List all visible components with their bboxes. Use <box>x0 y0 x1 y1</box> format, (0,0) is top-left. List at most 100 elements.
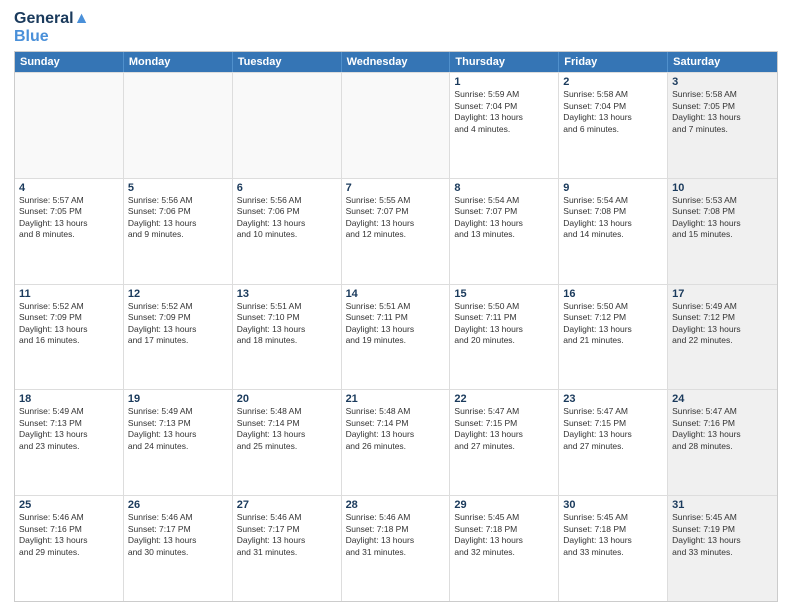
day-info: Sunrise: 5:50 AM Sunset: 7:11 PM Dayligh… <box>454 301 554 347</box>
weekday-header-saturday: Saturday <box>668 52 777 72</box>
day-info: Sunrise: 5:58 AM Sunset: 7:04 PM Dayligh… <box>563 89 663 135</box>
calendar-cell-10: 10Sunrise: 5:53 AM Sunset: 7:08 PM Dayli… <box>668 179 777 284</box>
calendar-cell-21: 21Sunrise: 5:48 AM Sunset: 7:14 PM Dayli… <box>342 390 451 495</box>
weekday-header-sunday: Sunday <box>15 52 124 72</box>
calendar-header: SundayMondayTuesdayWednesdayThursdayFrid… <box>15 52 777 72</box>
day-number: 24 <box>672 393 773 405</box>
calendar-cell-19: 19Sunrise: 5:49 AM Sunset: 7:13 PM Dayli… <box>124 390 233 495</box>
weekday-header-monday: Monday <box>124 52 233 72</box>
day-info: Sunrise: 5:51 AM Sunset: 7:10 PM Dayligh… <box>237 301 337 347</box>
calendar-week-4: 18 Sunrise: 5:49 AM Sunset: 7:13 PM Dayli… <box>15 389 777 495</box>
day-number: 22 <box>454 393 554 405</box>
day-number: 14 <box>346 288 446 300</box>
calendar-cell-30: 30Sunrise: 5:45 AM Sunset: 7:18 PM Dayli… <box>559 496 668 601</box>
calendar-cell-15: 15Sunrise: 5:50 AM Sunset: 7:11 PM Dayli… <box>450 285 559 390</box>
calendar-cell-empty-0-1 <box>124 73 233 178</box>
day-info: Sunrise: 5:49 AM Sunset: 7:12 PM Dayligh… <box>672 301 773 347</box>
day-number: 15 <box>454 288 554 300</box>
day-number: 20 <box>237 393 337 405</box>
day-number: 27 <box>237 499 337 511</box>
day-number: 3 <box>672 76 773 88</box>
calendar-cell-24: 24Sunrise: 5:47 AM Sunset: 7:16 PM Dayli… <box>668 390 777 495</box>
day-info: Sunrise: 5:45 AM Sunset: 7:18 PM Dayligh… <box>454 512 554 558</box>
weekday-header-thursday: Thursday <box>450 52 559 72</box>
calendar-cell-16: 16Sunrise: 5:50 AM Sunset: 7:12 PM Dayli… <box>559 285 668 390</box>
day-number: 6 <box>237 182 337 194</box>
logo-blue: Blue <box>14 28 89 46</box>
calendar-cell-23: 23Sunrise: 5:47 AM Sunset: 7:15 PM Dayli… <box>559 390 668 495</box>
day-info: Sunrise: 5:45 AM Sunset: 7:18 PM Dayligh… <box>563 512 663 558</box>
day-number: 26 <box>128 499 228 511</box>
day-info: Sunrise: 5:49 AM Sunset: 7:13 PM Dayligh… <box>128 406 228 452</box>
day-number: 10 <box>672 182 773 194</box>
calendar: SundayMondayTuesdayWednesdayThursdayFrid… <box>14 51 778 602</box>
day-info: Sunrise: 5:59 AM Sunset: 7:04 PM Dayligh… <box>454 89 554 135</box>
day-number: 30 <box>563 499 663 511</box>
weekday-header-friday: Friday <box>559 52 668 72</box>
day-info: Sunrise: 5:56 AM Sunset: 7:06 PM Dayligh… <box>128 195 228 241</box>
calendar-cell-22: 22Sunrise: 5:47 AM Sunset: 7:15 PM Dayli… <box>450 390 559 495</box>
calendar-cell-empty-0-2 <box>233 73 342 178</box>
day-info: Sunrise: 5:46 AM Sunset: 7:17 PM Dayligh… <box>128 512 228 558</box>
calendar-cell-9: 9Sunrise: 5:54 AM Sunset: 7:08 PM Daylig… <box>559 179 668 284</box>
day-info: Sunrise: 5:46 AM Sunset: 7:17 PM Dayligh… <box>237 512 337 558</box>
calendar-cell-7: 7Sunrise: 5:55 AM Sunset: 7:07 PM Daylig… <box>342 179 451 284</box>
calendar-week-3: 11Sunrise: 5:52 AM Sunset: 7:09 PM Dayli… <box>15 284 777 390</box>
day-number: 19 <box>128 393 228 405</box>
weekday-header-wednesday: Wednesday <box>342 52 451 72</box>
day-info: Sunrise: 5:48 AM Sunset: 7:14 PM Dayligh… <box>237 406 337 452</box>
day-number: 18 <box>19 393 119 405</box>
calendar-cell-29: 29Sunrise: 5:45 AM Sunset: 7:18 PM Dayli… <box>450 496 559 601</box>
calendar-cell-1: 1Sunrise: 5:59 AM Sunset: 7:04 PM Daylig… <box>450 73 559 178</box>
day-info: Sunrise: 5:46 AM Sunset: 7:16 PM Dayligh… <box>19 512 119 558</box>
day-number: 5 <box>128 182 228 194</box>
logo: General▲ Blue <box>14 10 89 45</box>
day-number: 13 <box>237 288 337 300</box>
day-info: Sunrise: 5:47 AM Sunset: 7:16 PM Dayligh… <box>672 406 773 452</box>
calendar-cell-5: 5Sunrise: 5:56 AM Sunset: 7:06 PM Daylig… <box>124 179 233 284</box>
day-number: 31 <box>672 499 773 511</box>
day-info: Sunrise: 5:52 AM Sunset: 7:09 PM Dayligh… <box>19 301 119 347</box>
calendar-cell-empty-0-3 <box>342 73 451 178</box>
day-number: 1 <box>454 76 554 88</box>
day-info: Sunrise: 5:47 AM Sunset: 7:15 PM Dayligh… <box>454 406 554 452</box>
calendar-cell-18: 18Sunrise: 5:49 AM Sunset: 7:13 PM Dayli… <box>15 390 124 495</box>
day-number: 2 <box>563 76 663 88</box>
day-info: Sunrise: 5:50 AM Sunset: 7:12 PM Dayligh… <box>563 301 663 347</box>
calendar-cell-12: 12Sunrise: 5:52 AM Sunset: 7:09 PM Dayli… <box>124 285 233 390</box>
day-number: 16 <box>563 288 663 300</box>
calendar-cell-25: 25Sunrise: 5:46 AM Sunset: 7:16 PM Dayli… <box>15 496 124 601</box>
day-info: Sunrise: 5:58 AM Sunset: 7:05 PM Dayligh… <box>672 89 773 135</box>
day-number: 4 <box>19 182 119 194</box>
calendar-cell-2: 2Sunrise: 5:58 AM Sunset: 7:04 PM Daylig… <box>559 73 668 178</box>
calendar-cell-31: 31Sunrise: 5:45 AM Sunset: 7:19 PM Dayli… <box>668 496 777 601</box>
calendar-cell-28: 28Sunrise: 5:46 AM Sunset: 7:18 PM Dayli… <box>342 496 451 601</box>
page-header: General▲ Blue <box>14 10 778 45</box>
calendar-cell-17: 17Sunrise: 5:49 AM Sunset: 7:12 PM Dayli… <box>668 285 777 390</box>
calendar-cell-27: 27Sunrise: 5:46 AM Sunset: 7:17 PM Dayli… <box>233 496 342 601</box>
calendar-cell-26: 26Sunrise: 5:46 AM Sunset: 7:17 PM Dayli… <box>124 496 233 601</box>
day-number: 9 <box>563 182 663 194</box>
day-number: 7 <box>346 182 446 194</box>
calendar-week-1: 1Sunrise: 5:59 AM Sunset: 7:04 PM Daylig… <box>15 72 777 178</box>
day-info: Sunrise: 5:53 AM Sunset: 7:08 PM Dayligh… <box>672 195 773 241</box>
day-number: 28 <box>346 499 446 511</box>
calendar-week-5: 25Sunrise: 5:46 AM Sunset: 7:16 PM Dayli… <box>15 495 777 601</box>
calendar-cell-13: 13Sunrise: 5:51 AM Sunset: 7:10 PM Dayli… <box>233 285 342 390</box>
day-number: 12 <box>128 288 228 300</box>
calendar-cell-11: 11Sunrise: 5:52 AM Sunset: 7:09 PM Dayli… <box>15 285 124 390</box>
day-number: 17 <box>672 288 773 300</box>
day-info: Sunrise: 5:52 AM Sunset: 7:09 PM Dayligh… <box>128 301 228 347</box>
calendar-cell-20: 20Sunrise: 5:48 AM Sunset: 7:14 PM Dayli… <box>233 390 342 495</box>
day-info: Sunrise: 5:54 AM Sunset: 7:08 PM Dayligh… <box>563 195 663 241</box>
day-number: 8 <box>454 182 554 194</box>
calendar-cell-6: 6Sunrise: 5:56 AM Sunset: 7:06 PM Daylig… <box>233 179 342 284</box>
calendar-cell-4: 4Sunrise: 5:57 AM Sunset: 7:05 PM Daylig… <box>15 179 124 284</box>
day-info: Sunrise: 5:55 AM Sunset: 7:07 PM Dayligh… <box>346 195 446 241</box>
calendar-week-2: 4Sunrise: 5:57 AM Sunset: 7:05 PM Daylig… <box>15 178 777 284</box>
day-info: Sunrise: 5:46 AM Sunset: 7:18 PM Dayligh… <box>346 512 446 558</box>
day-info: Sunrise: 5:47 AM Sunset: 7:15 PM Dayligh… <box>563 406 663 452</box>
day-info: Sunrise: 5:57 AM Sunset: 7:05 PM Dayligh… <box>19 195 119 241</box>
logo-text: General▲ <box>14 10 89 28</box>
calendar-cell-8: 8Sunrise: 5:54 AM Sunset: 7:07 PM Daylig… <box>450 179 559 284</box>
